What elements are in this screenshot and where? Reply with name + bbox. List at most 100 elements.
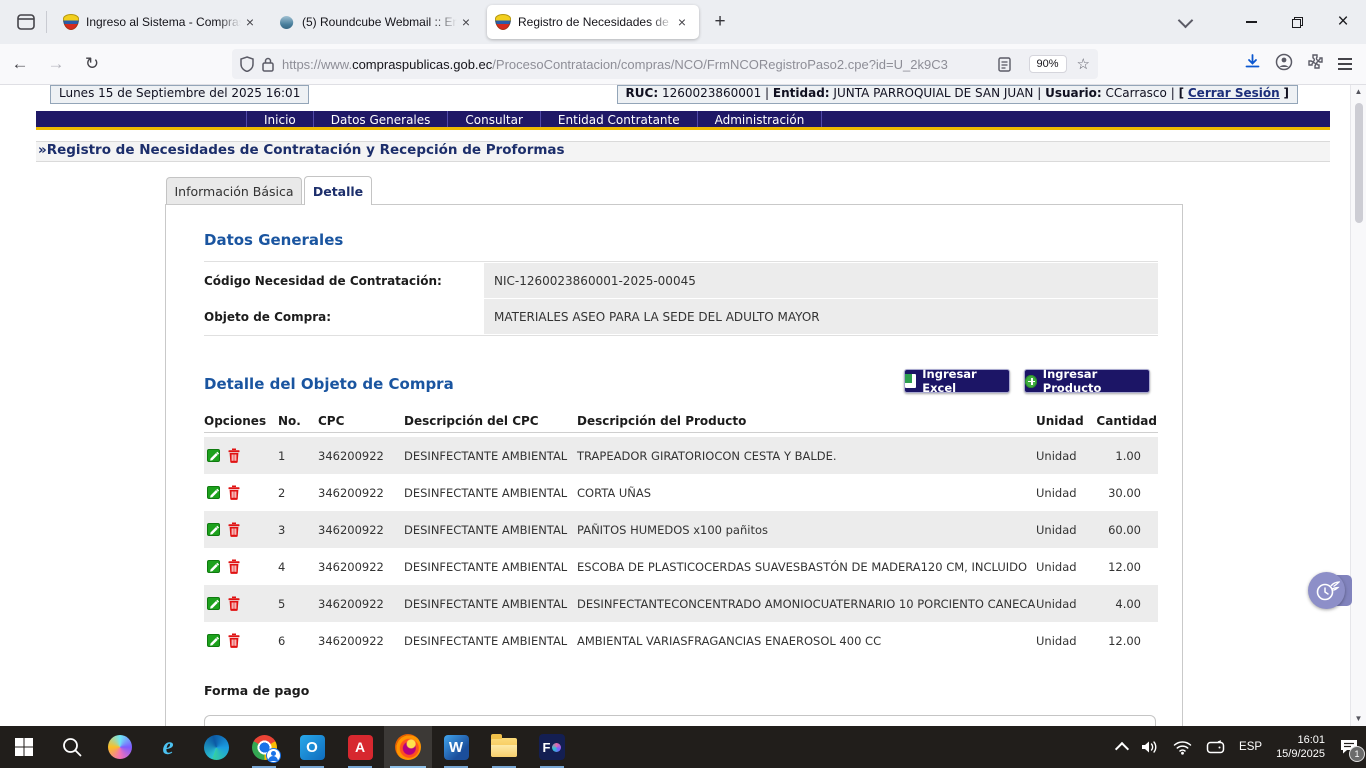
- downloads-button[interactable]: [1244, 53, 1261, 75]
- ruc-label: RUC:: [626, 86, 659, 100]
- firefox-view-button[interactable]: [10, 8, 42, 36]
- ecuador-crest-favicon: [63, 14, 79, 30]
- row-producto: CORTA UÑAS: [577, 486, 1036, 500]
- tab-close-icon[interactable]: ×: [457, 13, 475, 31]
- edit-row-button[interactable]: [207, 522, 221, 537]
- row-number: 6: [278, 634, 318, 648]
- f-app-icon: F: [539, 734, 565, 760]
- taskbar-word[interactable]: W: [432, 726, 480, 768]
- edit-row-button[interactable]: [207, 633, 221, 648]
- word-icon: W: [444, 735, 469, 760]
- taskbar-acrobat[interactable]: A: [336, 726, 384, 768]
- row-number: 5: [278, 597, 318, 611]
- row-unidad: Unidad: [1036, 523, 1091, 537]
- taskbar-internet-explorer[interactable]: e: [144, 726, 192, 768]
- taskbar-search-button[interactable]: [48, 726, 96, 768]
- back-button[interactable]: ←: [4, 49, 36, 79]
- menu-hamburger-icon[interactable]: [1338, 58, 1352, 70]
- scroll-down-arrow[interactable]: ▼: [1355, 712, 1363, 726]
- tab-registro-necesidades[interactable]: Registro de Necesidades de Co ×: [487, 5, 699, 39]
- delete-row-button[interactable]: [228, 522, 240, 537]
- edit-row-button[interactable]: [207, 596, 221, 611]
- nav-inicio[interactable]: Inicio: [246, 111, 314, 127]
- delete-row-button[interactable]: [228, 559, 240, 574]
- tray-language[interactable]: ESP: [1232, 726, 1269, 768]
- taskbar-copilot[interactable]: [96, 726, 144, 768]
- tray-date: 15/9/2025: [1276, 747, 1325, 761]
- bracket: ]: [1284, 86, 1289, 100]
- codigo-necesidad-value: NIC-1260023860001-2025-00045: [484, 263, 1158, 298]
- close-window-button[interactable]: ×: [1320, 2, 1366, 42]
- ruc-value: 1260023860001: [662, 86, 761, 100]
- page-title: »Registro de Necesidades de Contratación…: [36, 141, 1330, 162]
- ingresar-excel-button[interactable]: Ingresar Excel: [904, 369, 1010, 393]
- tray-wifi[interactable]: [1166, 726, 1199, 768]
- scroll-up-arrow[interactable]: ▲: [1355, 85, 1363, 99]
- url-bar[interactable]: https://www.compraspublicas.gob.ec/Proce…: [232, 49, 1098, 79]
- notification-count-badge: 1: [1349, 746, 1365, 762]
- bracket: [: [1179, 86, 1184, 100]
- delete-row-button[interactable]: [228, 596, 240, 611]
- edit-row-button[interactable]: [207, 485, 221, 500]
- tab-title: Registro de Necesidades de Co: [518, 15, 673, 29]
- nav-datos-generales[interactable]: Datos Generales: [314, 111, 449, 127]
- taskbar-edge[interactable]: [192, 726, 240, 768]
- tab-close-icon[interactable]: ×: [241, 13, 259, 31]
- tab-roundcube-webmail[interactable]: (5) Roundcube Webmail :: Entra ×: [271, 5, 483, 39]
- reload-button[interactable]: ↻: [76, 49, 108, 79]
- delete-row-button[interactable]: [228, 633, 240, 648]
- tab-detalle[interactable]: Detalle: [304, 176, 372, 205]
- col-unidad: Unidad: [1036, 414, 1091, 428]
- row-unidad: Unidad: [1036, 560, 1091, 574]
- tray-clock[interactable]: 16:0115/9/2025: [1269, 726, 1332, 768]
- nav-administracion[interactable]: Administración: [698, 111, 823, 127]
- taskbar-f-app[interactable]: F: [528, 726, 576, 768]
- tray-notifications[interactable]: 1: [1332, 726, 1366, 768]
- vertical-scrollbar[interactable]: ▲ ▼: [1350, 85, 1366, 726]
- nav-consultar[interactable]: Consultar: [448, 111, 541, 127]
- tray-show-hidden-icons[interactable]: [1110, 726, 1134, 768]
- objeto-compra-value: MATERIALES ASEO PARA LA SEDE DEL ADULTO …: [484, 299, 1158, 334]
- new-tab-button[interactable]: +: [705, 7, 735, 37]
- col-no: No.: [278, 414, 318, 428]
- delete-row-button[interactable]: [228, 448, 240, 463]
- taskbar-file-explorer[interactable]: [480, 726, 528, 768]
- tray-connect[interactable]: [1199, 726, 1232, 768]
- nav-entidad-contratante[interactable]: Entidad Contratante: [541, 111, 698, 127]
- row-cpc: 346200922: [318, 597, 404, 611]
- taskbar-chrome[interactable]: [240, 726, 288, 768]
- tab-informacion-basica[interactable]: Información Básica: [166, 177, 302, 204]
- row-cpc-desc: DESINFECTANTE AMBIENTAL: [404, 560, 577, 574]
- forward-button[interactable]: →: [40, 49, 72, 79]
- row-producto: PAÑITOS HUMEDOS x100 pañitos: [577, 523, 1036, 537]
- lock-icon[interactable]: [262, 57, 274, 72]
- edit-row-button[interactable]: [207, 559, 221, 574]
- reader-mode-icon[interactable]: [998, 57, 1011, 72]
- row-cpc-desc: DESINFECTANTE AMBIENTAL: [404, 597, 577, 611]
- ingresar-producto-button[interactable]: Ingresar Producto: [1024, 369, 1150, 393]
- toolbar-right: [1244, 49, 1352, 79]
- taskbar-firefox[interactable]: [384, 726, 432, 768]
- taskbar-outlook[interactable]: O: [288, 726, 336, 768]
- floating-widget[interactable]: [1308, 572, 1352, 609]
- account-button[interactable]: [1275, 53, 1293, 76]
- tray-volume[interactable]: [1134, 726, 1166, 768]
- restore-button[interactable]: [1274, 2, 1320, 42]
- list-all-tabs-button[interactable]: [1168, 7, 1202, 37]
- start-button[interactable]: [0, 726, 48, 768]
- codigo-necesidad-label: Código Necesidad de Contratación:: [204, 263, 484, 298]
- logout-link[interactable]: Cerrar Sesión: [1188, 86, 1280, 100]
- zoom-level-badge[interactable]: 90%: [1029, 55, 1067, 73]
- col-cantidad: Cantidad: [1091, 414, 1158, 428]
- bookmark-star-icon[interactable]: ☆: [1077, 55, 1090, 73]
- extensions-puzzle-icon[interactable]: [1307, 53, 1324, 75]
- tab-ingreso-sistema[interactable]: Ingreso al Sistema - Compras P ×: [55, 5, 267, 39]
- ecuador-crest-favicon: [495, 14, 511, 30]
- scrollbar-thumb[interactable]: [1355, 103, 1363, 223]
- tracking-shield-icon[interactable]: [240, 56, 254, 72]
- col-opciones: Opciones: [204, 414, 278, 428]
- tab-close-icon[interactable]: ×: [673, 13, 691, 31]
- delete-row-button[interactable]: [228, 485, 240, 500]
- edit-row-button[interactable]: [207, 448, 221, 463]
- minimize-button[interactable]: [1228, 2, 1274, 42]
